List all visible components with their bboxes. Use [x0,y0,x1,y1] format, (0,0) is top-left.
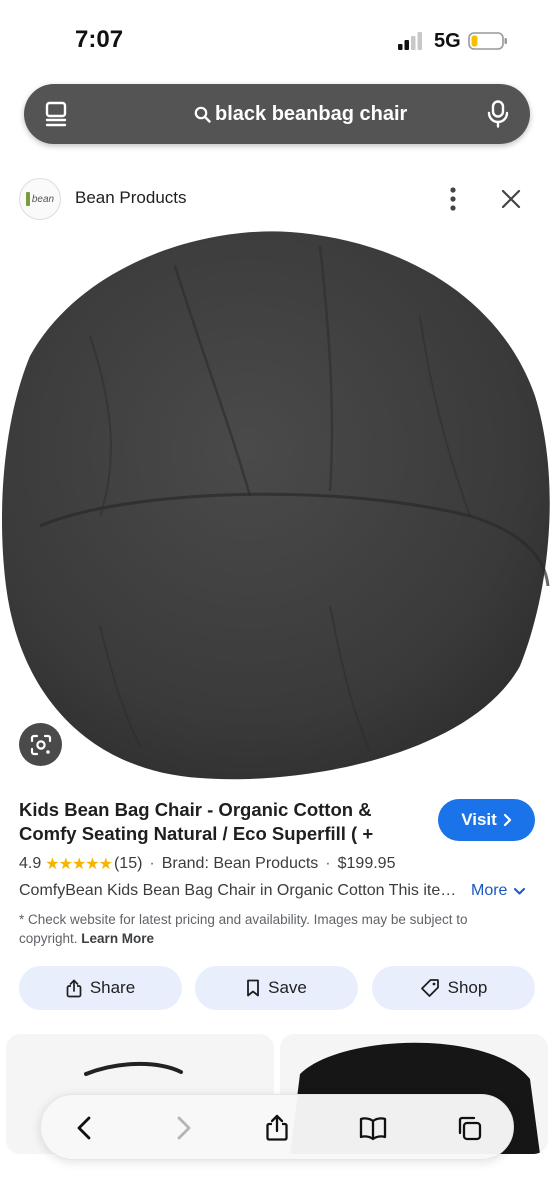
rating-value: 4.9 [19,855,42,872]
price: $199.95 [337,855,396,872]
product-description: ComfyBean Kids Bean Bag Chair in Organic… [19,882,459,899]
tabs-overview-icon[interactable] [455,1114,483,1142]
bookmark-icon [247,979,260,997]
battery-icon [468,32,507,50]
search-bar[interactable]: black beanbag chair [24,84,530,144]
share-label: Share [89,978,136,997]
visit-button[interactable]: Visit [438,799,535,841]
lens-glyph [30,734,51,755]
shop-label: Shop [447,978,488,997]
network-label: 5G [434,30,461,52]
save-label: Save [268,978,307,997]
separator: · [149,855,155,872]
chevron-right-icon [503,813,511,827]
beanbag-illustration [1,231,550,780]
close-icon[interactable] [500,188,522,210]
source-name[interactable]: Bean Products [75,188,187,208]
more-button[interactable]: More [471,882,526,900]
share-icon [66,979,82,997]
product-image[interactable] [0,226,554,786]
tag-icon [420,979,439,997]
more-options-icon[interactable] [443,186,463,212]
share-button[interactable]: Share [19,966,182,1010]
search-query-text: black beanbag chair [215,102,408,125]
source-logo-text: bean [31,193,55,205]
browser-toolbar [40,1094,514,1160]
brand-label: Brand: Bean Products [161,855,319,872]
search-icon [194,106,211,123]
back-icon[interactable] [71,1114,99,1142]
visual-search-icon[interactable] [19,723,62,766]
forward-icon[interactable] [169,1114,197,1142]
star-rating: ★★★★★ [45,856,113,873]
disclaimer: * Check website for latest pricing and a… [19,910,529,948]
search-query[interactable]: black beanbag chair [194,84,407,144]
learn-more-link[interactable]: Learn More [81,931,154,946]
product-title[interactable]: Kids Bean Bag Chair - Organic Cotton & C… [19,798,424,846]
save-button[interactable]: Save [195,966,358,1010]
more-label: More [471,882,508,899]
status-time: 7:07 [75,26,124,53]
cellular-signal-icon [398,32,422,50]
status-bar: 7:07 5G [0,0,554,80]
visit-label: Visit [461,810,497,829]
share-icon[interactable] [263,1114,291,1142]
source-logo[interactable]: bean [19,178,61,220]
source-header: bean Bean Products [0,172,554,228]
bookmarks-icon[interactable] [359,1114,387,1142]
product-meta: 4.9 ★★★★★ (15) · Brand: Bean Products · … [19,854,395,874]
shop-button[interactable]: Shop [372,966,535,1010]
chevron-down-icon [514,887,526,894]
tabs-icon[interactable] [42,100,70,128]
review-count[interactable]: (15) [114,855,142,873]
microphone-icon[interactable] [486,100,510,128]
separator: · [325,855,331,872]
